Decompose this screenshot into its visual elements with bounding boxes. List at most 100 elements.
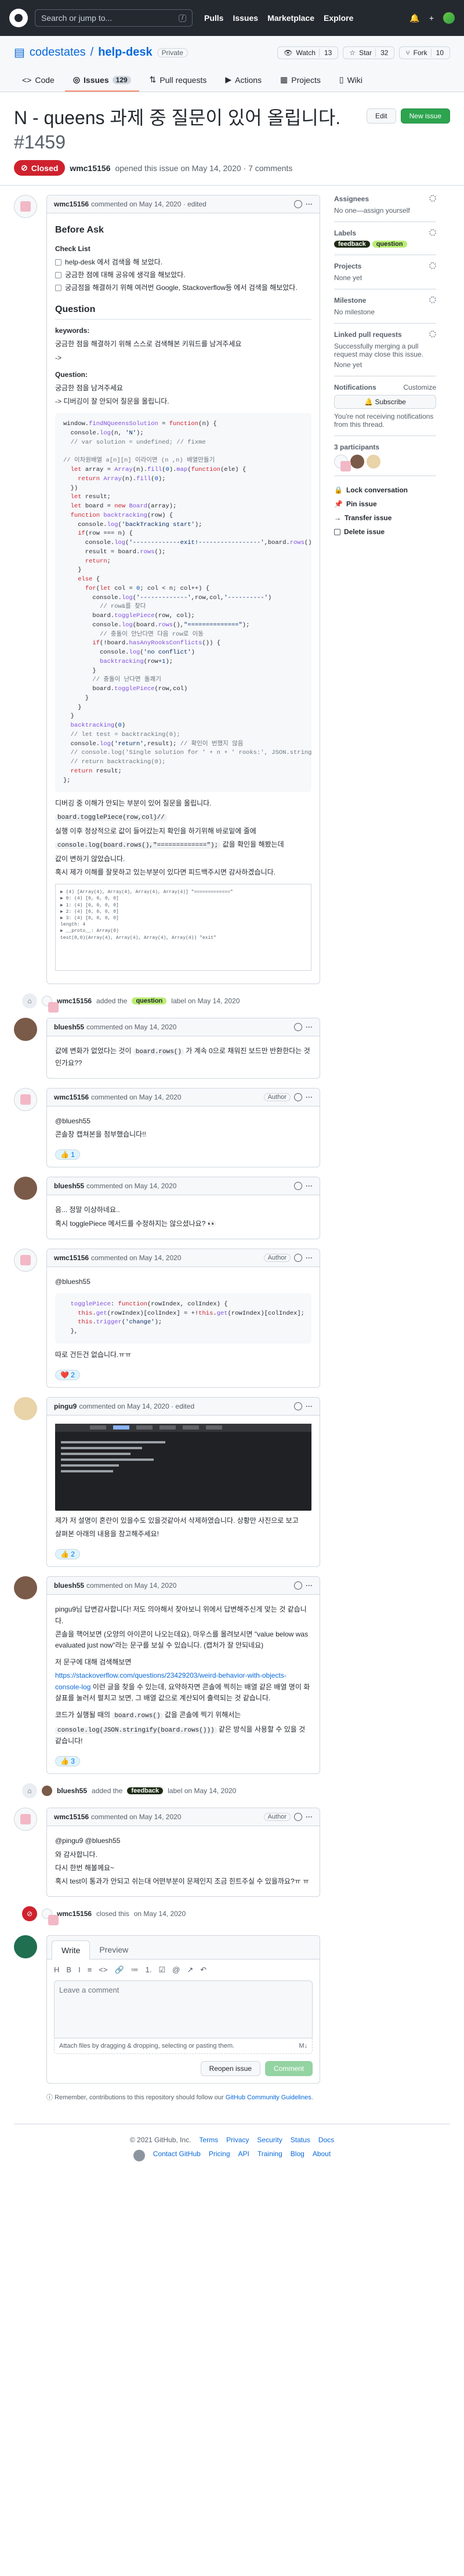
delete-issue-button[interactable]: Delete issue xyxy=(334,525,436,539)
footer-link-security[interactable]: Security xyxy=(257,2136,282,2144)
lock-conversation-button[interactable]: 🔒 Lock conversation xyxy=(334,483,436,497)
kebab-menu-icon[interactable]: ··· xyxy=(306,1254,313,1262)
bullet-list-icon[interactable]: ≔ xyxy=(131,1965,139,1975)
gear-icon[interactable] xyxy=(429,296,436,304)
add-reaction-icon[interactable] xyxy=(294,1402,302,1411)
edit-title-button[interactable]: Edit xyxy=(366,108,396,124)
bold-icon[interactable]: B xyxy=(66,1965,71,1975)
add-reaction-icon[interactable] xyxy=(294,1813,302,1822)
tab-actions[interactable]: ▶ Actions xyxy=(217,69,270,92)
kebab-menu-icon[interactable]: ··· xyxy=(306,1093,313,1101)
reaction-thumbs-up[interactable]: 👍 2 xyxy=(55,1549,80,1560)
gear-icon[interactable] xyxy=(429,195,436,202)
tab-code[interactable]: <> Code xyxy=(14,69,63,92)
add-reaction-icon[interactable] xyxy=(294,200,302,209)
mention-icon[interactable]: @ xyxy=(172,1965,180,1975)
comment-author[interactable]: bluesh55 xyxy=(54,1023,84,1031)
transfer-issue-button[interactable]: → Transfer issue xyxy=(334,511,436,525)
participant-avatar[interactable] xyxy=(350,455,364,469)
avatar[interactable] xyxy=(14,1177,37,1200)
code-icon[interactable]: <> xyxy=(99,1965,107,1975)
add-reaction-icon[interactable] xyxy=(294,1581,302,1590)
gear-icon[interactable] xyxy=(429,331,436,338)
kebab-menu-icon[interactable]: ··· xyxy=(306,1402,313,1410)
attach-files-area[interactable]: Attach files by dragging & dropping, sel… xyxy=(54,2038,313,2055)
footer-link-blog[interactable]: Blog xyxy=(291,2150,304,2161)
avatar[interactable] xyxy=(14,1808,37,1831)
nav-issues[interactable]: Issues xyxy=(233,13,258,23)
avatar[interactable] xyxy=(14,1935,37,1959)
avatar[interactable] xyxy=(42,1909,59,1926)
avatar[interactable] xyxy=(14,1087,37,1111)
tab-preview[interactable]: Preview xyxy=(90,1940,137,1959)
repo-owner-link[interactable]: codestates xyxy=(30,46,86,59)
event-actor[interactable]: wmc15156 xyxy=(57,1910,92,1918)
mention-link[interactable]: @bluesh55 xyxy=(55,1116,311,1127)
comment-author[interactable]: bluesh55 xyxy=(54,1182,84,1190)
checkbox[interactable] xyxy=(55,285,61,292)
kebab-menu-icon[interactable]: ··· xyxy=(306,1023,313,1031)
comment-author[interactable]: wmc15156 xyxy=(54,1093,89,1101)
avatar[interactable] xyxy=(14,195,37,219)
participant-avatar[interactable] xyxy=(334,455,351,472)
footer-link-api[interactable]: API xyxy=(238,2150,249,2161)
footer-link-pricing[interactable]: Pricing xyxy=(209,2150,230,2161)
label-question[interactable]: question xyxy=(132,997,167,1005)
tab-wiki[interactable]: ▯ Wiki xyxy=(331,69,371,92)
add-reaction-icon[interactable] xyxy=(294,1253,302,1262)
comment-button[interactable]: Comment xyxy=(264,2061,313,2077)
tab-pull-requests[interactable]: ⇅ Pull requests xyxy=(142,69,215,92)
gear-icon[interactable] xyxy=(429,262,436,270)
plus-menu-icon[interactable]: + xyxy=(429,13,434,23)
avatar[interactable] xyxy=(42,996,59,1013)
checkbox[interactable] xyxy=(55,259,61,266)
reopen-issue-button[interactable]: Reopen issue xyxy=(200,2061,260,2077)
comment-author[interactable]: wmc15156 xyxy=(54,1813,89,1821)
pin-issue-button[interactable]: 📌 Pin issue xyxy=(334,497,436,511)
footer-link-contact[interactable]: Contact GitHub xyxy=(153,2150,201,2161)
avatar[interactable] xyxy=(14,1397,37,1421)
footer-link-terms[interactable]: Terms xyxy=(199,2136,218,2144)
avatar[interactable] xyxy=(42,1786,52,1797)
label-feedback[interactable]: feedback xyxy=(127,1787,164,1795)
search-input[interactable]: Search or jump to... / xyxy=(35,9,193,27)
star-button[interactable]: ☆ Star 32 xyxy=(343,46,395,59)
footer-link-training[interactable]: Training xyxy=(258,2150,282,2161)
customize-link[interactable]: Customize xyxy=(403,383,436,391)
fork-button[interactable]: ⑂ Fork 10 xyxy=(399,46,450,59)
reaction-thumbs-up[interactable]: 👍 1 xyxy=(55,1149,80,1160)
watch-button[interactable]: 👁 Watch 13 xyxy=(277,46,339,59)
heading-icon[interactable]: H xyxy=(54,1965,59,1975)
kebab-menu-icon[interactable]: ··· xyxy=(306,1182,313,1190)
new-issue-button[interactable]: New issue xyxy=(400,108,450,124)
kebab-menu-icon[interactable]: ··· xyxy=(306,1813,313,1821)
italic-icon[interactable]: I xyxy=(78,1965,81,1975)
task-list-icon[interactable]: ☑ xyxy=(159,1965,166,1975)
reference-icon[interactable]: ↗ xyxy=(187,1965,193,1975)
link-icon[interactable]: 🔗 xyxy=(114,1965,124,1975)
mention-link[interactable]: @pingu9 @bluesh55 xyxy=(55,1835,311,1846)
quote-icon[interactable]: ≡ xyxy=(88,1965,92,1975)
user-avatar[interactable] xyxy=(443,12,455,24)
add-reaction-icon[interactable] xyxy=(294,1093,302,1101)
avatar[interactable] xyxy=(14,1576,37,1600)
guidelines-link[interactable]: GitHub Community Guidelines xyxy=(226,2094,311,2101)
github-logo-icon[interactable] xyxy=(9,9,28,27)
comment-author[interactable]: bluesh55 xyxy=(54,1581,84,1590)
gear-icon[interactable] xyxy=(429,229,436,237)
assign-yourself-link[interactable]: No one—assign yourself xyxy=(334,206,436,215)
participant-avatar[interactable] xyxy=(367,455,380,469)
kebab-menu-icon[interactable]: ··· xyxy=(306,1581,313,1590)
event-actor[interactable]: bluesh55 xyxy=(57,1787,87,1795)
footer-link-status[interactable]: Status xyxy=(291,2136,310,2144)
github-mark-icon[interactable] xyxy=(133,2149,145,2161)
nav-marketplace[interactable]: Marketplace xyxy=(267,13,314,23)
reply-icon[interactable]: ↶ xyxy=(200,1965,206,1975)
avatar[interactable] xyxy=(14,1248,37,1272)
footer-link-about[interactable]: About xyxy=(313,2150,331,2161)
reaction-heart[interactable]: ❤️ 2 xyxy=(55,1370,80,1381)
tab-projects[interactable]: ▦ Projects xyxy=(272,69,329,92)
tab-issues[interactable]: ◎ Issues 129 xyxy=(64,69,139,92)
comment-author[interactable]: wmc15156 xyxy=(54,200,89,208)
comment-author[interactable]: wmc15156 xyxy=(54,1254,89,1262)
